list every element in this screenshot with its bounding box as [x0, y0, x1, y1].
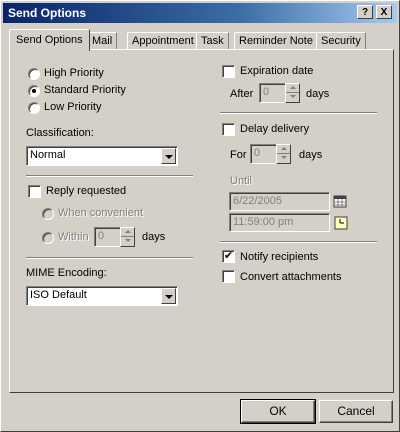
tab-appointment[interactable]: Appointment	[127, 32, 199, 50]
until-time-input[interactable]: 11:59:00 pm	[229, 213, 330, 232]
window-title: Send Options	[8, 6, 86, 20]
until-date-input[interactable]: 6/22/2005	[229, 192, 330, 211]
expiration-date-checkbox[interactable]	[222, 65, 235, 78]
spin-up-icon[interactable]	[286, 84, 299, 93]
expiration-days-value: 0	[263, 86, 270, 98]
tab-strip: Send Options Mail Appointment Task Remin…	[9, 29, 393, 51]
tab-task[interactable]: Task	[196, 32, 229, 50]
delay-days-spinner[interactable]	[276, 144, 291, 164]
send-options-panel: High Priority Standard Priority Low Prio…	[9, 49, 394, 393]
expiration-date-label[interactable]: Expiration date	[240, 65, 313, 77]
tab-mail[interactable]: Mail	[87, 32, 118, 50]
calendar-icon[interactable]	[333, 194, 347, 208]
when-convenient-radio[interactable]	[42, 208, 54, 220]
within-days-unit: days	[142, 231, 166, 243]
mime-encoding-value: ISO Default	[30, 289, 87, 301]
tab-send-options[interactable]: Send Options	[9, 29, 90, 51]
until-date-value: 6/22/2005	[233, 195, 282, 207]
reply-requested-checkbox[interactable]	[28, 185, 41, 198]
within-days-input[interactable]: 0	[94, 227, 122, 247]
separator	[26, 175, 193, 177]
within-radio[interactable]	[42, 232, 54, 244]
classification-value: Normal	[30, 149, 66, 161]
delay-days-input[interactable]: 0	[250, 144, 278, 164]
standard-priority-label[interactable]: Standard Priority	[44, 84, 126, 96]
after-label: After	[230, 88, 254, 100]
high-priority-radio[interactable]	[28, 68, 40, 80]
spin-up-icon[interactable]	[121, 228, 134, 237]
spin-up-icon[interactable]	[277, 145, 290, 154]
delay-days-value: 0	[254, 147, 261, 159]
checkmark-icon: ✔	[223, 250, 234, 262]
when-convenient-label: When convenient	[58, 207, 143, 219]
low-priority-radio[interactable]	[28, 102, 40, 114]
chevron-down-icon[interactable]	[161, 148, 176, 164]
convert-attachments-label[interactable]: Convert attachments	[240, 271, 342, 283]
spin-down-icon[interactable]	[286, 93, 299, 102]
expiration-days-spinner[interactable]	[285, 83, 300, 103]
delay-delivery-label[interactable]: Delay delivery	[240, 123, 309, 135]
low-priority-label[interactable]: Low Priority	[44, 101, 101, 113]
for-label: For	[230, 149, 247, 161]
convert-attachments-checkbox[interactable]	[222, 270, 235, 283]
close-button[interactable]: X	[376, 5, 392, 19]
expiration-days-input[interactable]: 0	[259, 83, 287, 103]
within-days-value: 0	[98, 230, 105, 242]
within-days-spinner[interactable]	[120, 227, 135, 247]
notify-recipients-label[interactable]: Notify recipients	[240, 251, 318, 263]
spin-down-icon[interactable]	[121, 237, 134, 246]
separator	[220, 112, 377, 114]
mime-encoding-dropdown[interactable]: ISO Default	[26, 286, 178, 306]
tab-security[interactable]: Security	[316, 32, 366, 50]
standard-priority-radio[interactable]	[28, 85, 40, 97]
high-priority-label[interactable]: High Priority	[44, 67, 104, 79]
title-bar: Send Options ? X	[3, 3, 397, 23]
tab-reminder-note[interactable]: Reminder Note	[234, 32, 318, 50]
until-label: Until	[230, 175, 253, 187]
spin-down-icon[interactable]	[277, 154, 290, 163]
mime-encoding-label: MIME Encoding:	[26, 267, 107, 279]
within-label: Within	[58, 231, 89, 243]
separator	[26, 257, 193, 259]
ok-button[interactable]: OK	[240, 399, 316, 424]
reply-requested-label[interactable]: Reply requested	[46, 185, 126, 197]
until-time-value: 11:59:00 pm	[233, 216, 294, 228]
delay-days-unit: days	[299, 149, 323, 161]
classification-dropdown[interactable]: Normal	[26, 146, 178, 166]
expiration-days-unit: days	[306, 88, 330, 100]
delay-delivery-checkbox[interactable]	[222, 123, 235, 136]
notify-recipients-checkbox[interactable]: ✔	[222, 250, 235, 263]
classification-label: Classification:	[26, 127, 94, 139]
help-button[interactable]: ?	[357, 5, 373, 19]
chevron-down-icon[interactable]	[161, 288, 176, 304]
send-options-dialog: Send Options ? X Send Options Mail Appoi…	[0, 0, 400, 432]
cancel-button[interactable]: Cancel	[319, 400, 393, 423]
separator	[220, 241, 377, 243]
clock-icon[interactable]	[334, 216, 348, 230]
